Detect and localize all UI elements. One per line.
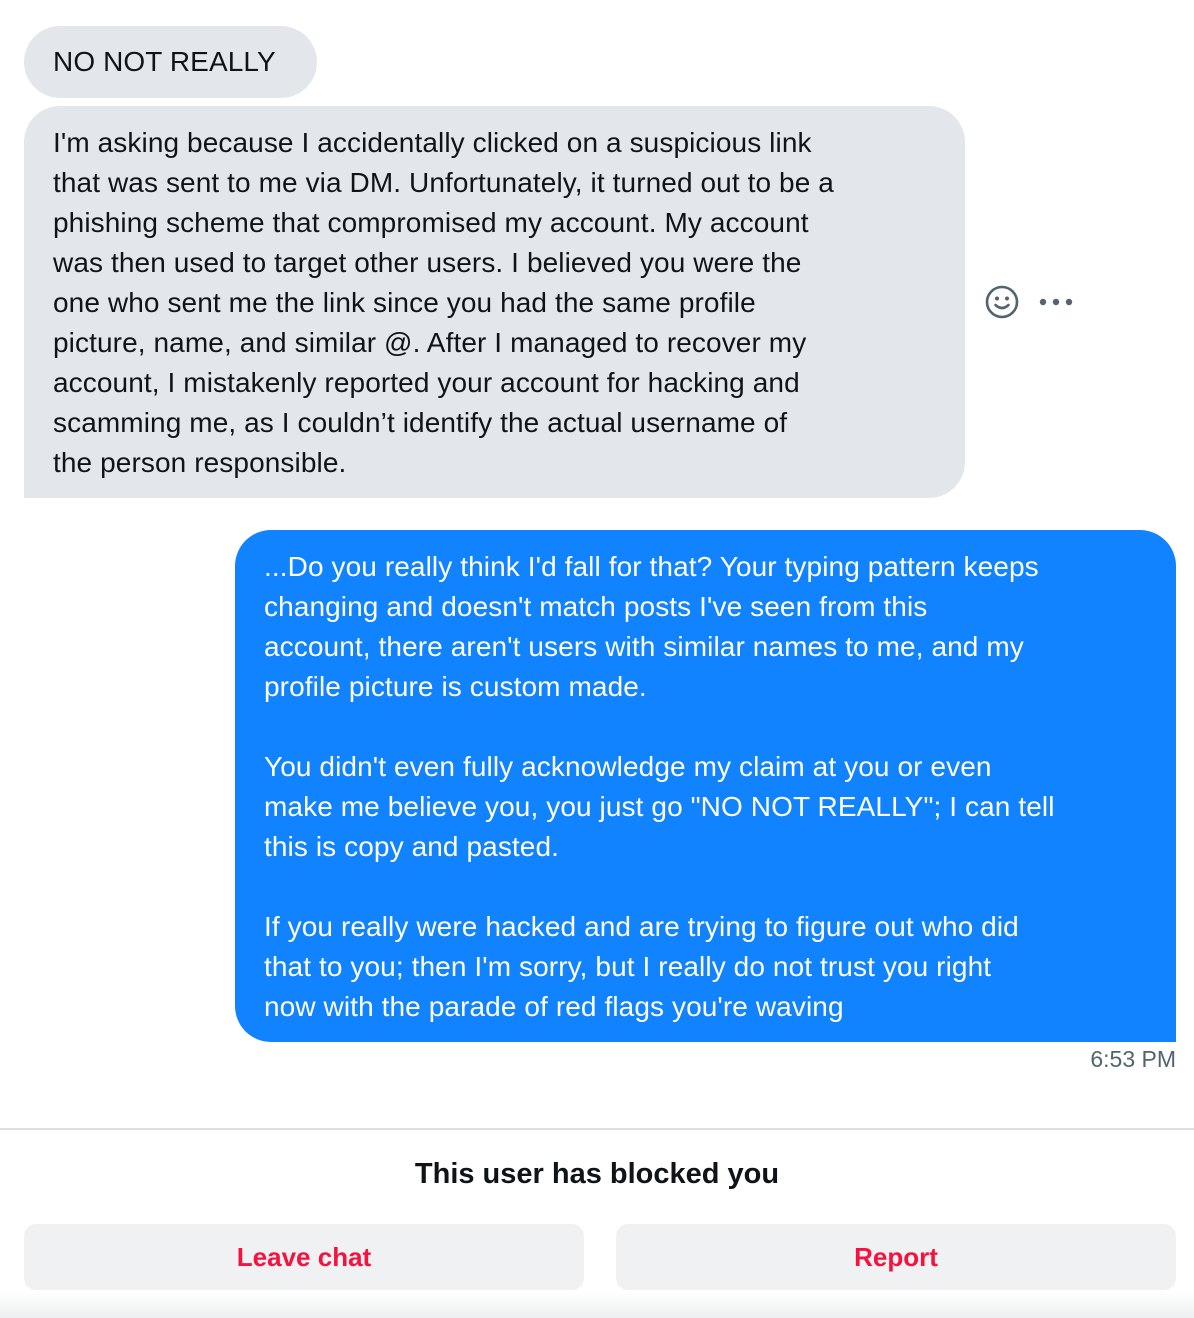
blocked-notice: This user has blocked you (414, 1158, 780, 1190)
smiley-face-icon[interactable] (984, 284, 1020, 320)
report-button[interactable]: Report (616, 1224, 1176, 1290)
message-actions (984, 284, 1084, 320)
message-timestamp: 6:53 PM (1090, 1046, 1176, 1072)
chat-window: NO NOT REALLY I'm asking because I accid… (0, 0, 1194, 1318)
outgoing-message-bubble[interactable]: ...Do you really think I'd fall for that… (235, 530, 1176, 1042)
leave-chat-button[interactable]: Leave chat (24, 1224, 584, 1290)
more-horizontal-icon[interactable] (1036, 292, 1076, 312)
bottom-edge (0, 1292, 1194, 1318)
footer-divider (0, 1128, 1194, 1130)
incoming-message-bubble[interactable]: I'm asking because I accidentally clicke… (24, 106, 965, 498)
incoming-message-bubble[interactable]: NO NOT REALLY (24, 26, 317, 98)
